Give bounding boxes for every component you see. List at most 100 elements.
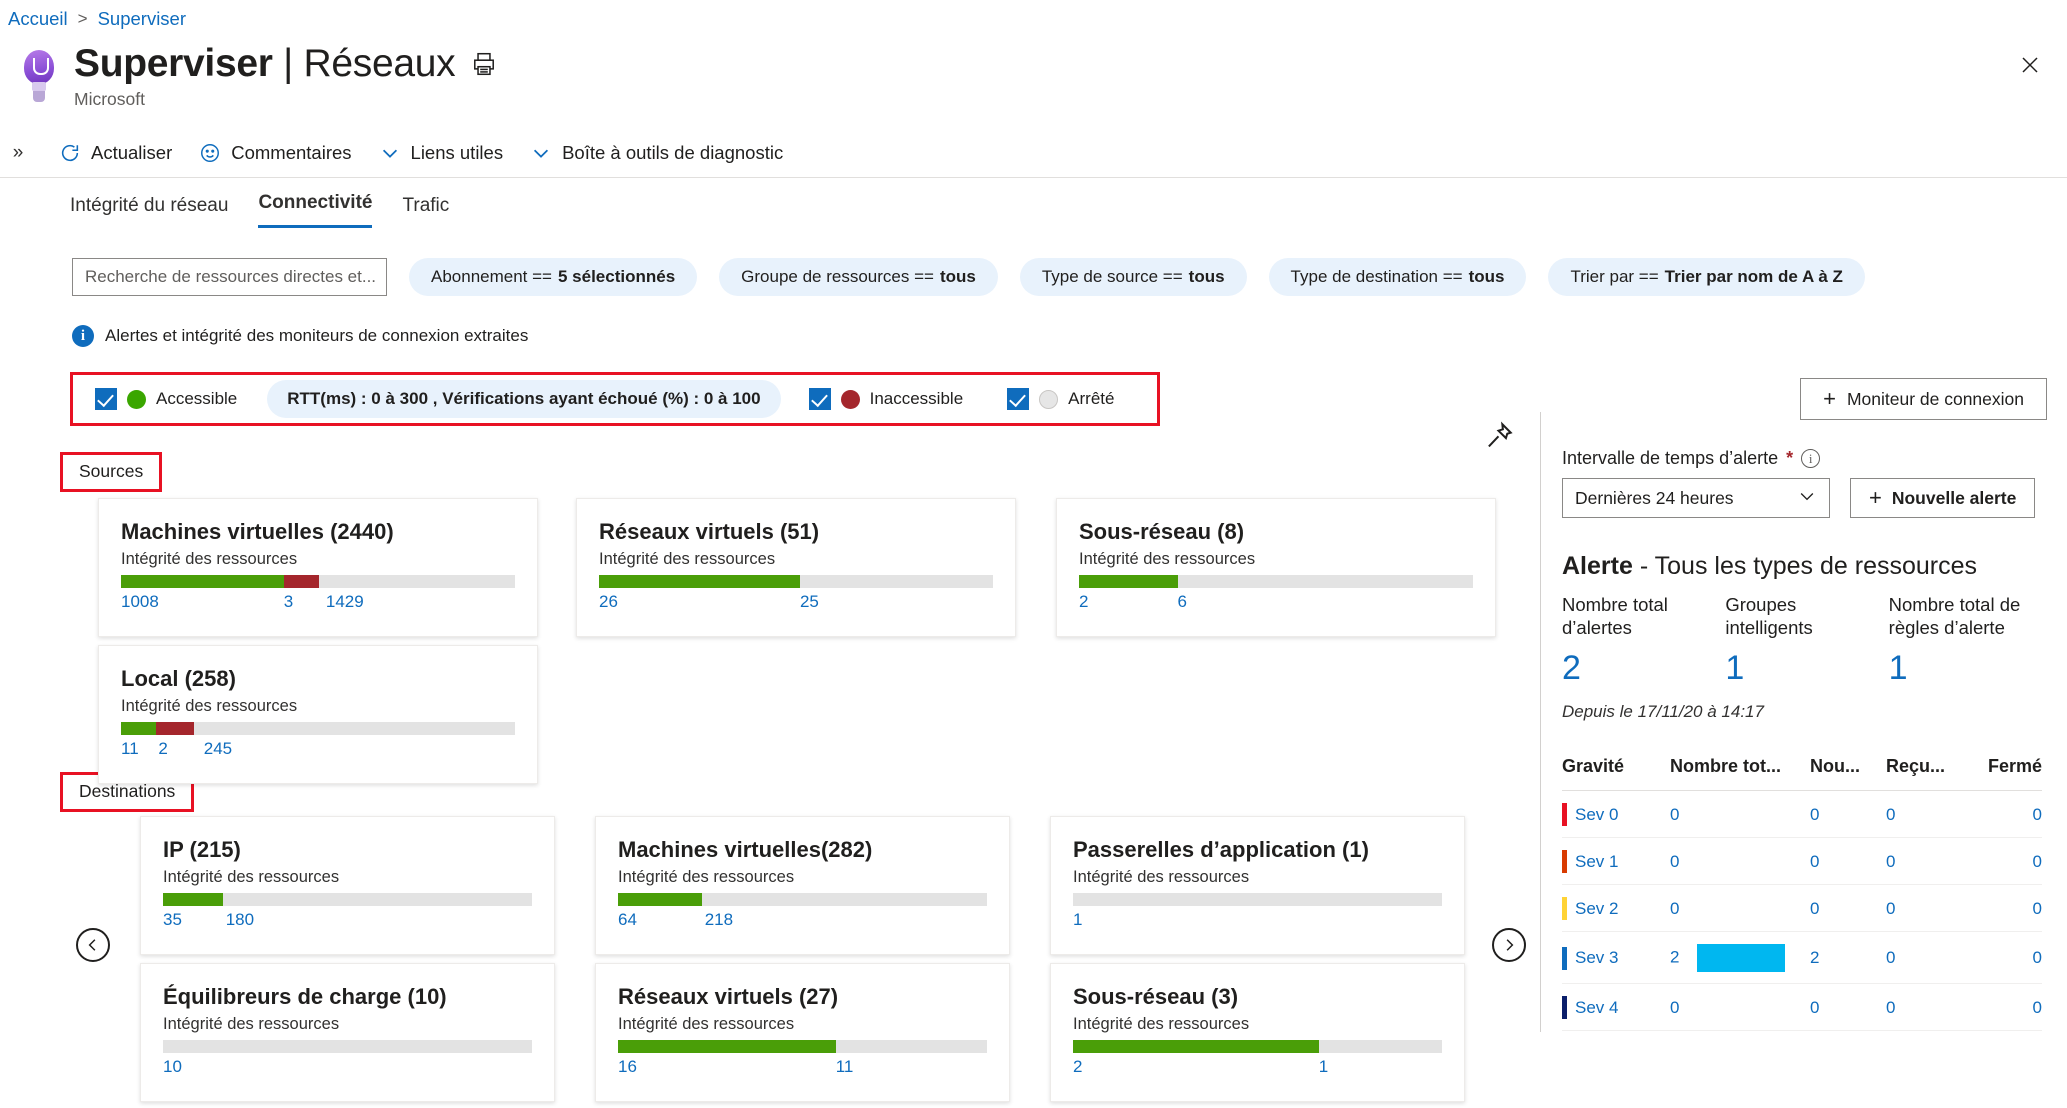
inaccessible-checkbox[interactable] <box>808 388 831 410</box>
resource-card-sources-vnet[interactable]: Réseaux virtuels (51) Intégrité des ress… <box>576 498 1016 637</box>
closed-value[interactable]: 0 <box>1972 884 2042 933</box>
health-bar-values: 64 218 <box>618 910 987 936</box>
health-bar-values: 26 25 <box>599 592 993 618</box>
acknowledged-value[interactable]: 0 <box>1886 931 1972 985</box>
resource-card-destinations-ip[interactable]: IP (215) Intégrité des ressources 35 180 <box>140 816 555 955</box>
value-unknown: 218 <box>704 910 734 929</box>
search-input[interactable]: Recherche de ressources directes et... <box>72 258 387 296</box>
severity-label[interactable]: Sev 4 <box>1575 998 1618 1018</box>
closed-value[interactable]: 0 <box>1972 790 2042 839</box>
severity-label[interactable]: Sev 2 <box>1575 899 1618 919</box>
new-alert-button[interactable]: + Nouvelle alerte <box>1850 478 2036 518</box>
value-healthy: 26 <box>599 592 618 611</box>
chevron-left-circle-icon[interactable] <box>76 928 110 962</box>
severity-label[interactable]: Sev 3 <box>1575 948 1618 968</box>
kpi-value[interactable]: 1 <box>1725 649 1888 688</box>
legend-inaccessible[interactable]: Inaccessible <box>808 388 963 410</box>
closed-value[interactable]: 0 <box>1972 837 2042 886</box>
plus-icon: + <box>1869 485 1882 510</box>
table-row[interactable]: Sev 2 0 0 0 0 <box>1562 884 2042 933</box>
closed-value[interactable]: 0 <box>1972 931 2042 985</box>
health-bar-segment-unknown <box>1318 1040 1442 1053</box>
resource-card-destinations-lb[interactable]: Équilibreurs de charge (10) Intégrité de… <box>140 963 555 1102</box>
filter-pill-source-type[interactable]: Type de source == tous <box>1019 258 1247 296</box>
table-row[interactable]: Sev 4 0 0 0 0 <box>1562 983 2042 1032</box>
resource-card-destinations-appgw[interactable]: Passerelles d’application (1) Intégrité … <box>1050 816 1465 955</box>
kpi-label: Nombre total d’alertes <box>1562 594 1668 639</box>
total-value[interactable]: 0 <box>1670 899 1679 918</box>
health-bar-values: 1008 3 1429 <box>121 592 515 618</box>
close-icon[interactable] <box>2013 48 2047 82</box>
severity-label[interactable]: Sev 0 <box>1575 805 1618 825</box>
expand-sidebar-icon[interactable]: » <box>4 142 32 164</box>
refresh-button[interactable]: Actualiser <box>58 141 172 165</box>
breadcrumb-home[interactable]: Accueil <box>8 8 68 30</box>
pin-icon[interactable] <box>1483 420 1517 454</box>
page-title: Superviser | Réseaux <box>74 42 456 85</box>
kpi-value[interactable]: 1 <box>1889 649 2052 688</box>
alert-time-range-label: Intervalle de temps d’alerte * i <box>1562 448 2052 469</box>
total-count-bar <box>1697 944 1786 973</box>
sources-section-label: Sources <box>60 452 163 492</box>
total-value[interactable]: 0 <box>1670 998 1679 1017</box>
table-row[interactable]: Sev 0 0 0 0 0 <box>1562 790 2042 839</box>
rtt-threshold-pill[interactable]: RTT(ms) : 0 à 300 , Vérifications ayant … <box>267 380 781 418</box>
value-unknown: 25 <box>799 592 819 611</box>
resource-card-sources-local[interactable]: Local (258) Intégrité des ressources 11 … <box>98 645 538 784</box>
diagnostic-toolkit-button[interactable]: Boîte à outils de diagnostic <box>529 141 783 165</box>
health-bar-values: 1 <box>1073 910 1442 936</box>
severity-color-stripe <box>1562 897 1567 921</box>
useful-links-button[interactable]: Liens utiles <box>378 141 504 165</box>
resource-card-destinations-vnet[interactable]: Réseaux virtuels (27) Intégrité des ress… <box>595 963 1010 1102</box>
total-value[interactable]: 2 <box>1670 948 1679 967</box>
resource-card-sources-vm[interactable]: Machines virtuelles (2440) Intégrité des… <box>98 498 538 637</box>
breadcrumb-current[interactable]: Superviser <box>98 8 186 30</box>
filter-pill-sort-by[interactable]: Trier par == Trier par nom de A à Z <box>1548 258 1865 296</box>
useful-links-label: Liens utiles <box>410 141 504 163</box>
table-row[interactable]: Sev 1 0 0 0 0 <box>1562 837 2042 886</box>
stopped-checkbox[interactable] <box>1007 388 1030 410</box>
new-value[interactable]: 2 <box>1810 931 1886 985</box>
table-row[interactable]: Sev 3 2 2 0 0 <box>1562 931 2042 985</box>
new-value[interactable]: 0 <box>1810 983 1886 1032</box>
acknowledged-value[interactable]: 0 <box>1886 884 1972 933</box>
health-bar-segment-healthy <box>1079 575 1178 588</box>
resource-card-sources-subnet[interactable]: Sous-réseau (8) Intégrité des ressources… <box>1056 498 1496 637</box>
total-value[interactable]: 0 <box>1670 805 1679 824</box>
filter-pill-resource-group[interactable]: Groupe de ressources == tous <box>719 258 998 296</box>
card-title: Passerelles d’application (1) <box>1073 837 1369 862</box>
filter-pill-destination-type[interactable]: Type de destination == tous <box>1268 258 1527 296</box>
kpi-value[interactable]: 2 <box>1562 649 1725 688</box>
alert-time-range-select[interactable]: Dernières 24 heures <box>1562 478 1830 518</box>
accessible-checkbox[interactable] <box>95 388 117 410</box>
new-value[interactable]: 0 <box>1810 790 1886 839</box>
health-bar <box>1079 575 1473 588</box>
severity-label[interactable]: Sev 1 <box>1575 852 1618 872</box>
acknowledged-value[interactable]: 0 <box>1886 790 1972 839</box>
chevron-right-circle-icon[interactable] <box>1492 928 1526 962</box>
closed-value[interactable]: 0 <box>1972 983 2042 1032</box>
card-subtitle: Intégrité des ressources <box>121 697 298 715</box>
total-value[interactable]: 0 <box>1670 852 1679 871</box>
resource-card-destinations-vm[interactable]: Machines virtuelles(282) Intégrité des r… <box>595 816 1010 955</box>
legend-accessible[interactable]: Accessible <box>95 388 237 410</box>
tab-traffic[interactable]: Trafic <box>402 195 449 228</box>
acknowledged-value[interactable]: 0 <box>1886 837 1972 886</box>
resource-card-destinations-subnet[interactable]: Sous-réseau (3) Intégrité des ressources… <box>1050 963 1465 1102</box>
acknowledged-value[interactable]: 0 <box>1886 983 1972 1032</box>
card-title: Machines virtuelles(282) <box>618 837 873 862</box>
add-connection-monitor-button[interactable]: + Moniteur de connexion <box>1800 378 2047 420</box>
tab-network-health[interactable]: Intégrité du réseau <box>70 195 228 228</box>
feedback-button[interactable]: Commentaires <box>198 141 352 165</box>
filter-pill-subscription[interactable]: Abonnement == 5 sélectionnés <box>409 258 698 296</box>
health-bar <box>121 722 515 735</box>
new-value[interactable]: 0 <box>1810 837 1886 886</box>
tab-list: Intégrité du réseau Connectivité Trafic <box>70 192 449 228</box>
info-icon[interactable]: i <box>1801 449 1821 468</box>
tab-connectivity[interactable]: Connectivité <box>258 192 373 228</box>
new-value[interactable]: 0 <box>1810 884 1886 933</box>
health-bar <box>618 1040 987 1053</box>
legend-stopped[interactable]: Arrêté <box>1007 388 1114 410</box>
print-icon[interactable] <box>471 51 497 77</box>
filter-value: 5 sélectionnés <box>557 267 676 286</box>
